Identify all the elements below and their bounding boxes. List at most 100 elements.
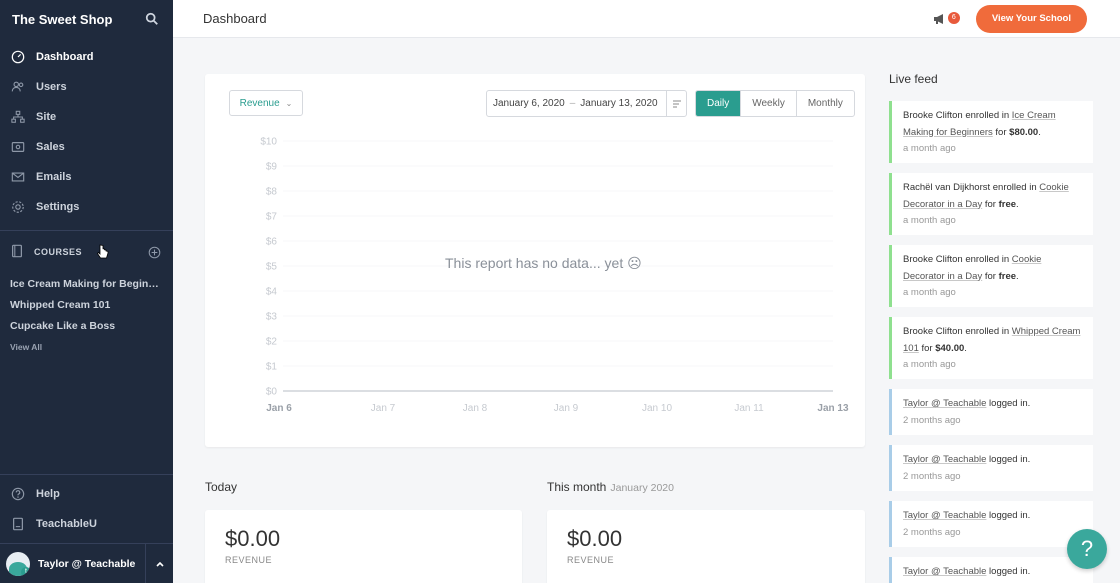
- live-feed-title: Live feed: [889, 72, 938, 86]
- add-course-icon[interactable]: [148, 246, 161, 259]
- sidebar-item-sales[interactable]: Sales: [0, 132, 173, 162]
- feed-time: a month ago: [903, 287, 956, 298]
- sidebar-item-help[interactable]: Help: [0, 479, 173, 509]
- feed-time: a month ago: [903, 215, 956, 226]
- period-daily-button[interactable]: Daily: [696, 91, 741, 116]
- date-to: January 13, 2020: [580, 98, 658, 109]
- feed-action: logged in.: [989, 398, 1031, 409]
- feed-item: Brooke Clifton enrolled in Whipped Cream…: [889, 317, 1093, 379]
- view-all-link[interactable]: View All: [0, 336, 173, 358]
- feed-for: for: [984, 270, 996, 282]
- courses-header: COURSES: [0, 231, 173, 273]
- feed-action: logged in.: [989, 510, 1031, 521]
- feed-for: for: [995, 126, 1007, 138]
- user-menu[interactable]: t Taylor @ Teachable: [0, 543, 173, 583]
- sidebar-item-label: Dashboard: [36, 51, 94, 63]
- page-title: Dashboard: [203, 11, 267, 26]
- x-tick-label: Jan 7: [371, 403, 396, 414]
- sidebar-item-label: Site: [36, 111, 57, 123]
- y-tick-label: $3: [266, 312, 278, 323]
- date-menu-icon[interactable]: [666, 91, 686, 116]
- school-name[interactable]: The Sweet Shop: [12, 12, 112, 27]
- y-tick-label: $0: [266, 387, 278, 398]
- sidebar-item-teachableu[interactable]: TeachableU: [0, 509, 173, 539]
- chevron-up-icon[interactable]: [145, 543, 173, 583]
- month-revenue-card: $0.00 REVENUE: [547, 510, 865, 583]
- metric-select-value: Revenue: [239, 97, 280, 109]
- feed-user[interactable]: Taylor @ Teachable: [903, 398, 986, 409]
- x-tick-label: Jan 8: [463, 403, 488, 414]
- feed-item: Taylor @ Teachable logged in. 2 months a…: [889, 445, 1093, 491]
- help-icon: [10, 486, 26, 502]
- today-revenue-label: REVENUE: [225, 555, 273, 565]
- y-tick-label: $9: [266, 162, 278, 173]
- today-heading-text: Today: [205, 480, 238, 494]
- sidebar-item-label: Help: [36, 488, 60, 500]
- sidebar-item-users[interactable]: Users: [0, 72, 173, 102]
- feed-item: Rachël van Dijkhorst enrolled in Cookie …: [889, 173, 1093, 235]
- gear-icon: [10, 199, 26, 215]
- period-weekly-button[interactable]: Weekly: [740, 91, 796, 116]
- mouse-cursor-icon: [97, 244, 109, 259]
- view-school-button[interactable]: View Your School: [975, 4, 1087, 33]
- feed-item: Brooke Clifton enrolled in Ice Cream Mak…: [889, 101, 1093, 163]
- sales-icon: [10, 139, 26, 155]
- course-link[interactable]: Whipped Cream 101: [0, 294, 173, 315]
- period-monthly-button[interactable]: Monthly: [795, 91, 854, 116]
- sidebar-item-emails[interactable]: Emails: [0, 162, 173, 192]
- feed-user[interactable]: Taylor @ Teachable: [903, 566, 986, 577]
- no-data-message: This report has no data... yet ☹: [445, 255, 642, 271]
- topbar: Dashboard 6 View Your School: [173, 0, 1120, 38]
- feed-user[interactable]: Brooke Clifton: [903, 110, 963, 121]
- metric-select[interactable]: Revenue ⌄: [229, 90, 303, 116]
- month-heading-text: This month: [547, 480, 607, 494]
- sidebar-item-dashboard[interactable]: Dashboard: [0, 42, 173, 72]
- feed-user[interactable]: Taylor @ Teachable: [903, 510, 986, 521]
- feed-user[interactable]: Brooke Clifton: [903, 254, 963, 265]
- y-tick-label: $1: [266, 362, 278, 373]
- megaphone-icon: [933, 13, 943, 24]
- date-separator: –: [569, 98, 576, 109]
- y-tick-label: $10: [260, 137, 277, 148]
- course-link[interactable]: Cupcake Like a Boss: [0, 315, 173, 336]
- sidebar-item-label: Sales: [36, 141, 65, 153]
- feed-item: Taylor @ Teachable logged in. 2 months a…: [889, 389, 1093, 435]
- y-tick-label: $2: [266, 337, 278, 348]
- course-link[interactable]: Ice Cream Making for Beginners: [0, 273, 173, 294]
- feed-item: Brooke Clifton enrolled in Cookie Decora…: [889, 245, 1093, 307]
- sidebar-item-settings[interactable]: Settings: [0, 192, 173, 222]
- feed-item: Taylor @ Teachable logged in. 2 months a…: [889, 501, 1093, 547]
- help-chat-button[interactable]: ?: [1067, 529, 1107, 569]
- x-tick-label: Jan 11: [734, 403, 764, 414]
- feed-item: Taylor @ Teachable logged in.: [889, 557, 1093, 583]
- announcements-button[interactable]: 6: [932, 9, 960, 29]
- x-tick-label: Jan 10: [642, 403, 672, 414]
- user-name: Taylor @ Teachable: [38, 557, 136, 570]
- feed-action: enrolled in: [965, 254, 1010, 265]
- date-range-picker[interactable]: January 6, 2020 – January 13, 2020: [486, 90, 687, 117]
- sidebar-item-site[interactable]: Site: [0, 102, 173, 132]
- revenue-chart-card: $10 $9 $8 $7 $6 $5 $4 $3 $2 $1 $0 Jan 6 Jan 7 Jan 8 J…: [205, 74, 865, 447]
- y-tick-label: $5: [266, 262, 278, 273]
- date-from: January 6, 2020: [493, 98, 565, 109]
- feed-user[interactable]: Brooke Clifton: [903, 326, 963, 337]
- feed-user[interactable]: Taylor @ Teachable: [903, 454, 986, 465]
- feed-time: 2 months ago: [903, 470, 961, 482]
- sidebar-bottom: Help TeachableU t Taylor @ Teachable: [0, 474, 173, 583]
- dashboard-icon: [10, 49, 26, 65]
- y-tick-label: $4: [266, 287, 278, 298]
- month-revenue-label: REVENUE: [567, 555, 615, 565]
- feed-user[interactable]: Rachël van Dijkhorst: [903, 182, 990, 193]
- divider: [0, 474, 173, 475]
- notification-badge: 6: [947, 11, 960, 24]
- month-revenue-value: $0.00: [567, 526, 623, 551]
- sidebar-item-label: TeachableU: [36, 518, 97, 530]
- feed-amount: free: [998, 270, 1017, 282]
- y-tick-label: $6: [266, 237, 278, 248]
- avatar-badge: t: [21, 566, 30, 576]
- feed-amount: free: [998, 198, 1017, 210]
- x-tick-label: Jan 9: [554, 403, 579, 414]
- search-icon[interactable]: [145, 12, 159, 26]
- sidebar-header: The Sweet Shop: [0, 0, 173, 38]
- sidebar-item-label: Emails: [36, 171, 72, 183]
